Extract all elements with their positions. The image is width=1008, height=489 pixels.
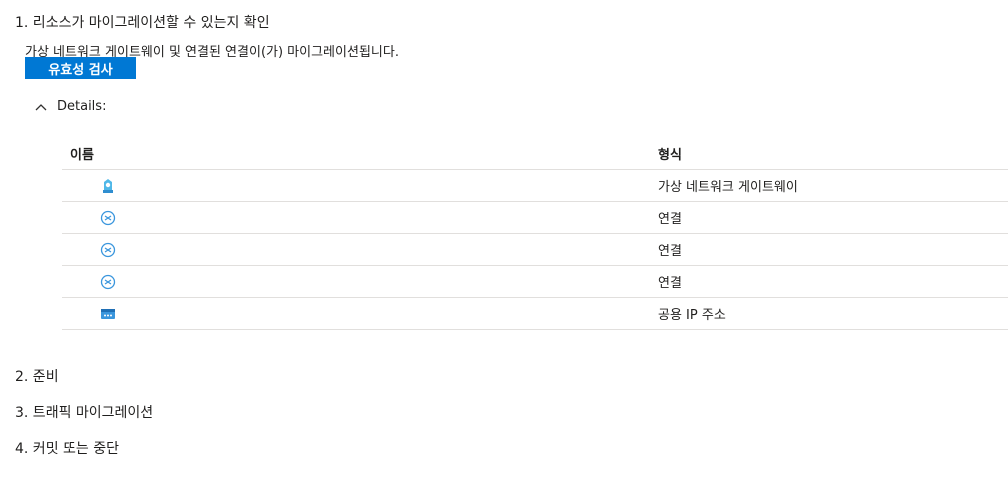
validate-button[interactable]: 유효성 검사 [25, 57, 136, 79]
table-row[interactable]: 공용 IP 주소 [62, 298, 1008, 330]
resource-type: 연결 [658, 244, 682, 259]
resource-name-cell [62, 178, 652, 194]
details-toggle[interactable]: Details: [35, 99, 106, 114]
table-row[interactable]: 가상 네트워크 게이트웨이 [62, 170, 1008, 202]
resource-name-cell [62, 242, 652, 258]
resource-name-cell [62, 274, 652, 290]
table-row[interactable]: 연결 [62, 234, 1008, 266]
resource-name-cell [62, 306, 652, 322]
resource-type: 연결 [658, 212, 682, 227]
connection-icon [100, 274, 116, 289]
step-3-heading[interactable]: 3. 트래픽 마이그레이션 [15, 402, 153, 422]
virtual-network-gateway-icon [103, 178, 113, 193]
resource-type: 가상 네트워크 게이트웨이 [658, 180, 798, 195]
step-1-heading: 1. 리소스가 마이그레이션할 수 있는지 확인 [15, 15, 270, 31]
column-header-type[interactable]: 형식 [652, 144, 1008, 163]
resource-type: 연결 [658, 276, 682, 291]
column-header-name[interactable]: 이름 [62, 144, 652, 163]
chevron-up-icon [35, 103, 47, 110]
connection-icon [100, 242, 116, 257]
public-ip-address-icon [101, 308, 115, 319]
step-2-heading[interactable]: 2. 준비 [15, 366, 59, 386]
resource-name-cell [62, 210, 652, 226]
table-row[interactable]: 연결 [62, 202, 1008, 234]
table-header: 이름 형식 [62, 138, 1008, 170]
step-4-heading[interactable]: 4. 커밋 또는 중단 [15, 438, 119, 458]
details-toggle-label: Details: [57, 99, 107, 114]
resource-type: 공용 IP 주소 [658, 308, 726, 323]
table-row[interactable]: 연결 [62, 266, 1008, 298]
connection-icon [100, 210, 116, 225]
resources-table: 이름 형식 가상 네트워크 게이트웨이 연결 연결 연결 공용 IP 주소 [62, 138, 1008, 330]
